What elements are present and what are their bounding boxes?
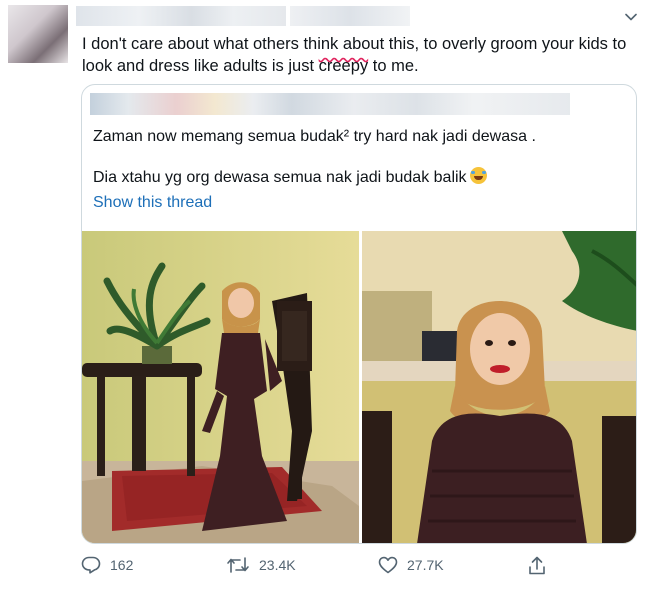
retweet-button[interactable]: 23.4K [226,556,296,574]
quoted-author-blurred [90,93,570,115]
like-button[interactable]: 27.7K [378,556,444,574]
quoted-tweet-card[interactable]: Zaman now memang semua budak² try hard n… [81,84,637,544]
share-button[interactable] [528,556,555,576]
author-handle-blurred [290,6,410,26]
reply-count: 162 [110,557,134,573]
retweet-icon [227,557,249,573]
reply-icon [81,556,101,574]
quoted-text-line2: Dia xtahu yg org dewasa semua nak jadi b… [93,167,623,189]
quoted-text-line2-text: Dia xtahu yg org dewasa semua nak jadi b… [93,169,467,186]
like-count: 27.7K [407,557,444,573]
quoted-text-line1: Zaman now memang semua budak² try hard n… [93,128,536,145]
tweet-text-part2: to me. [368,57,419,75]
show-thread-link[interactable]: Show this thread [93,194,212,212]
rolling-on-floor-laughing-emoji-icon [469,167,487,184]
author-avatar[interactable] [8,5,68,63]
share-icon [529,556,545,575]
reply-button[interactable]: 162 [81,556,133,574]
tweet-text: I don't care about what others think abo… [82,33,642,77]
spellcheck-word: creepy [318,57,369,75]
retweet-count: 23.4K [259,557,296,573]
heart-icon [378,556,398,574]
tweet-actions: 162 23.4K 27.7K [0,553,655,583]
photo-child-closeup[interactable] [362,231,636,543]
author-name-blurred[interactable] [76,6,286,26]
chevron-down-icon[interactable] [624,10,638,24]
photo-child-full-body[interactable] [82,231,359,543]
